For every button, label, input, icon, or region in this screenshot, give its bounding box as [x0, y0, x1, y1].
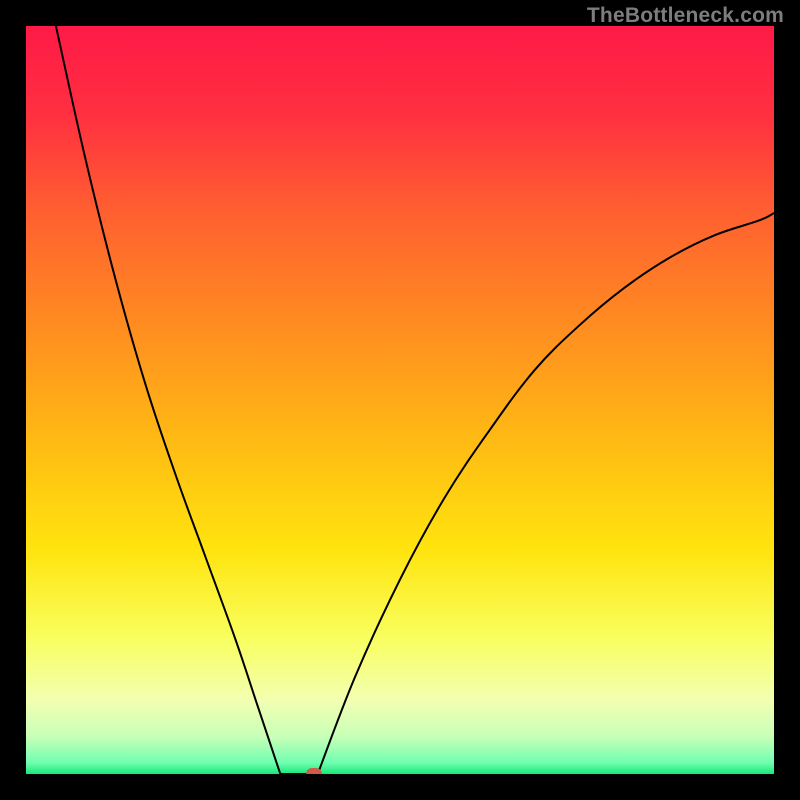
curve-path — [56, 26, 774, 774]
bottleneck-curve — [26, 26, 774, 774]
watermark-text: TheBottleneck.com — [587, 4, 784, 28]
plot-area — [26, 26, 774, 774]
minimum-marker-dot — [306, 768, 322, 774]
outer-frame: TheBottleneck.com — [0, 0, 800, 800]
